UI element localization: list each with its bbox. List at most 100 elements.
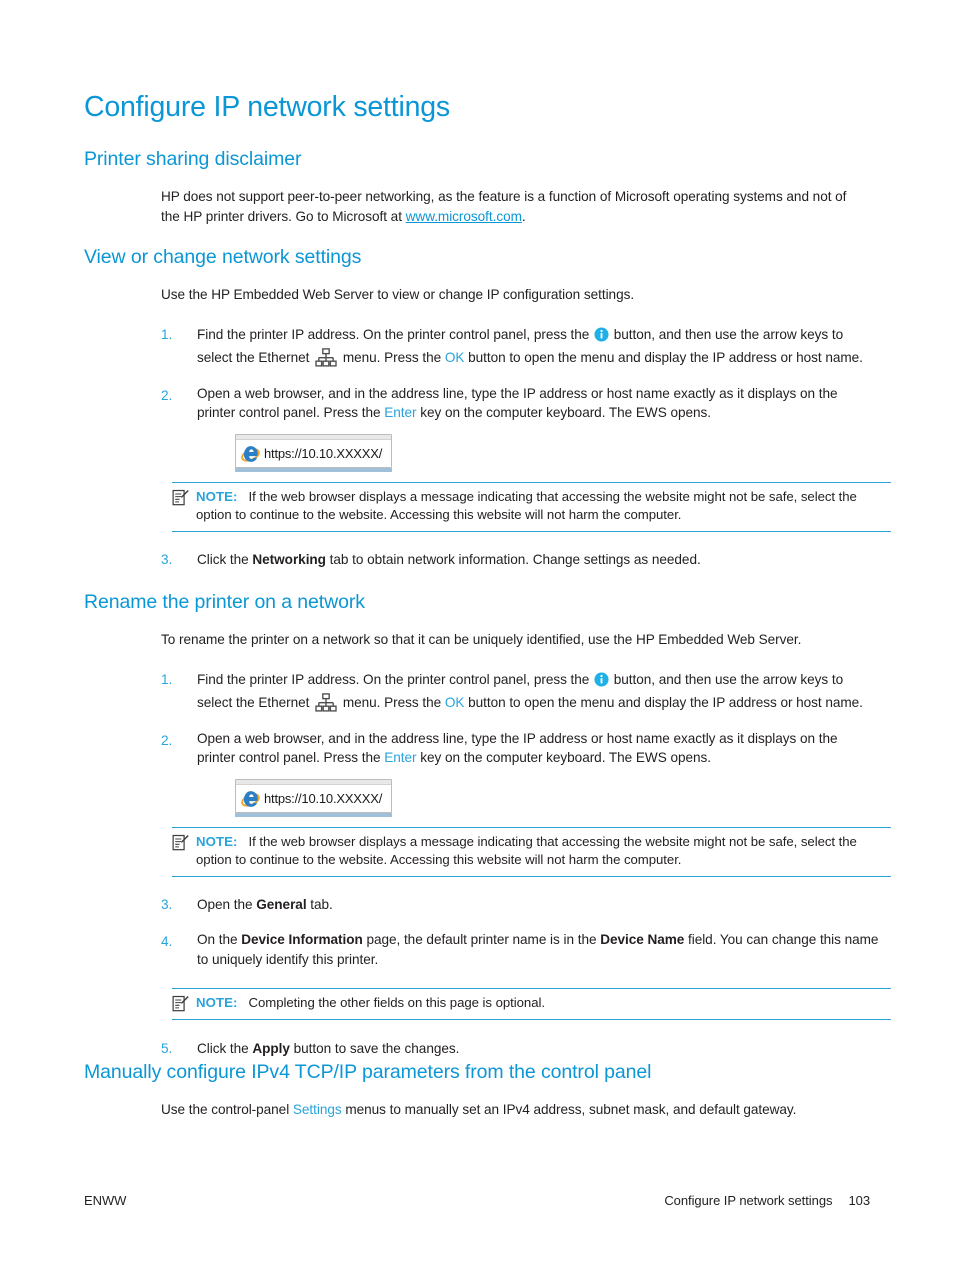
note-icon	[172, 489, 189, 509]
note-browser-safety: NOTE: If the web browser displays a messa…	[172, 481, 891, 532]
list-item: 1. Find the printer IP address. On the p…	[161, 668, 879, 715]
device-information-label: Device Information	[241, 932, 363, 948]
address-bar-inner: https://10.10.XXXXX/	[236, 786, 391, 812]
footer-section-title: Configure IP network settings	[664, 1193, 833, 1208]
step-4-text: On the Device Information page, the defa…	[197, 930, 879, 969]
settings-menu-label: Settings	[292, 1102, 342, 1118]
step-number: 5.	[161, 1040, 173, 1056]
rename-printer-intro: To rename the printer on a network so th…	[161, 632, 802, 648]
list-item: 3. Open the General tab.	[161, 893, 879, 916]
printer-sharing-body: HP does not support peer-to-peer network…	[161, 187, 866, 226]
step-text-part1: Click the	[197, 1040, 253, 1056]
page-title: Configure IP network settings	[84, 91, 450, 123]
note-text: If the web browser displays a message in…	[196, 488, 857, 523]
browser-address-bar-figure: https://10.10.XXXXX/	[235, 778, 392, 817]
printer-sharing-text-post: .	[521, 208, 526, 224]
step-text-part2: key on the computer keyboard. The EWS op…	[416, 405, 711, 421]
heading-printer-sharing: Printer sharing disclaimer	[84, 148, 302, 170]
apply-button-label: Apply	[252, 1040, 290, 1056]
step-text-part1: Find the printer IP address. On the prin…	[197, 671, 594, 687]
step-text-part2: tab.	[306, 896, 333, 912]
note-text: Completing the other fields on this page…	[248, 995, 546, 1011]
note-content: NOTE: Completing the other fields on this…	[172, 994, 891, 1013]
address-bar-url[interactable]: https://10.10.XXXXX/	[264, 442, 382, 465]
step-text-part2: button to save the changes.	[289, 1040, 460, 1056]
step-text-part3: menu. Press the	[339, 350, 445, 366]
note-browser-safety: NOTE: If the web browser displays a messa…	[172, 826, 891, 877]
footer-page-number: 103	[848, 1193, 870, 1208]
step-2-text: Open a web browser, and in the address l…	[197, 729, 879, 768]
list-item: 2. Open a web browser, and in the addres…	[161, 384, 879, 472]
footer-locale-code: ENWW	[84, 1193, 127, 1208]
note-label: NOTE:	[196, 833, 238, 849]
step-text-part2: key on the computer keyboard. The EWS op…	[416, 750, 711, 766]
step-text-part4: button to open the menu and display the …	[464, 350, 863, 366]
ok-button-label: OK	[444, 350, 465, 366]
note-optional-fields: NOTE: Completing the other fields on this…	[172, 988, 891, 1020]
address-bar-bottom-band	[235, 812, 392, 817]
address-bar-top-band	[236, 779, 391, 785]
step-text-part1: Find the printer IP address. On the prin…	[197, 326, 594, 342]
heading-rename-printer: Rename the printer on a network	[84, 591, 365, 613]
rename-printer-steps: 1. Find the printer IP address. On the p…	[161, 668, 879, 817]
internet-explorer-icon	[241, 789, 260, 808]
ethernet-icon	[315, 693, 337, 713]
note-content: NOTE: If the web browser displays a messa…	[172, 833, 891, 870]
internet-explorer-icon	[241, 444, 260, 463]
address-bar-top-band	[236, 434, 391, 440]
section-manual-ipv4: Manually configure IPv4 TCP/IP parameter…	[84, 1061, 914, 1120]
step-text-part4: button to open the menu and display the …	[464, 695, 863, 711]
view-or-change-steps-continued: 3. Click the Networking tab to obtain ne…	[161, 548, 879, 571]
step-text-part2: page, the default printer name is in the	[362, 932, 601, 948]
list-item: 1. Find the printer IP address. On the p…	[161, 323, 879, 370]
info-icon	[594, 671, 609, 687]
microsoft-link[interactable]: www.microsoft.com	[406, 209, 522, 224]
step-number: 4.	[161, 934, 173, 950]
step-text-part3: menu. Press the	[339, 695, 445, 711]
view-or-change-intro: Use the HP Embedded Web Server to view o…	[161, 287, 635, 303]
step-text-part1: Click the	[197, 551, 253, 567]
list-item: 4. On the Device Information page, the d…	[161, 930, 879, 971]
heading-manual-ipv4: Manually configure IPv4 TCP/IP parameter…	[84, 1061, 652, 1083]
browser-address-bar-figure: https://10.10.XXXXX/	[235, 433, 392, 472]
note-label: NOTE:	[196, 995, 238, 1011]
manual-ipv4-text-pre: Use the control-panel	[161, 1102, 293, 1118]
list-item: 3. Click the Networking tab to obtain ne…	[161, 548, 879, 571]
rename-printer-steps-final: 5. Click the Apply button to save the ch…	[161, 1037, 879, 1060]
step-text-part1: Open the	[197, 896, 257, 912]
view-or-change-steps: 1. Find the printer IP address. On the p…	[161, 323, 879, 472]
note-icon	[172, 834, 189, 854]
section-view-or-change: View or change network settings Use the …	[84, 246, 894, 571]
manual-ipv4-body: Use the control-panel Settings menus to …	[161, 1100, 879, 1120]
list-item: 5. Click the Apply button to save the ch…	[161, 1037, 879, 1060]
rename-printer-steps-continued: 3. Open the General tab. 4. On the Devic…	[161, 893, 879, 971]
step-number: 3.	[161, 551, 173, 567]
step-2-text: Open a web browser, and in the address l…	[197, 384, 879, 423]
address-bar-url[interactable]: https://10.10.XXXXX/	[264, 787, 382, 810]
enter-key-label: Enter	[384, 750, 417, 766]
heading-view-or-change: View or change network settings	[84, 246, 362, 268]
list-item: 2. Open a web browser, and in the addres…	[161, 729, 879, 817]
step-number: 2.	[161, 387, 173, 403]
step-number: 1.	[161, 671, 173, 687]
note-icon	[172, 995, 189, 1015]
step-number: 1.	[161, 326, 173, 342]
manual-ipv4-text-post: menus to manually set an IPv4 address, s…	[341, 1102, 797, 1118]
step-text-part1: On the	[197, 932, 242, 948]
section-rename-printer: Rename the printer on a network To renam…	[84, 591, 894, 1060]
info-icon	[594, 326, 609, 342]
document-page: Configure IP network settings Printer sh…	[0, 0, 954, 1271]
address-bar-bottom-band	[235, 467, 392, 472]
ethernet-icon	[315, 348, 337, 368]
footer-right: Configure IP network settings 103	[664, 1193, 870, 1208]
note-content: NOTE: If the web browser displays a messa…	[172, 488, 891, 525]
enter-key-label: Enter	[384, 405, 417, 421]
step-number: 3.	[161, 896, 173, 912]
ok-button-label: OK	[444, 695, 465, 711]
step-number: 2.	[161, 732, 173, 748]
section-printer-sharing: Printer sharing disclaimer HP does not s…	[84, 148, 894, 226]
device-name-field-label: Device Name	[600, 932, 685, 948]
address-bar-inner: https://10.10.XXXXX/	[236, 441, 391, 467]
networking-tab-label: Networking	[252, 551, 326, 567]
general-tab-label: General	[256, 896, 307, 912]
